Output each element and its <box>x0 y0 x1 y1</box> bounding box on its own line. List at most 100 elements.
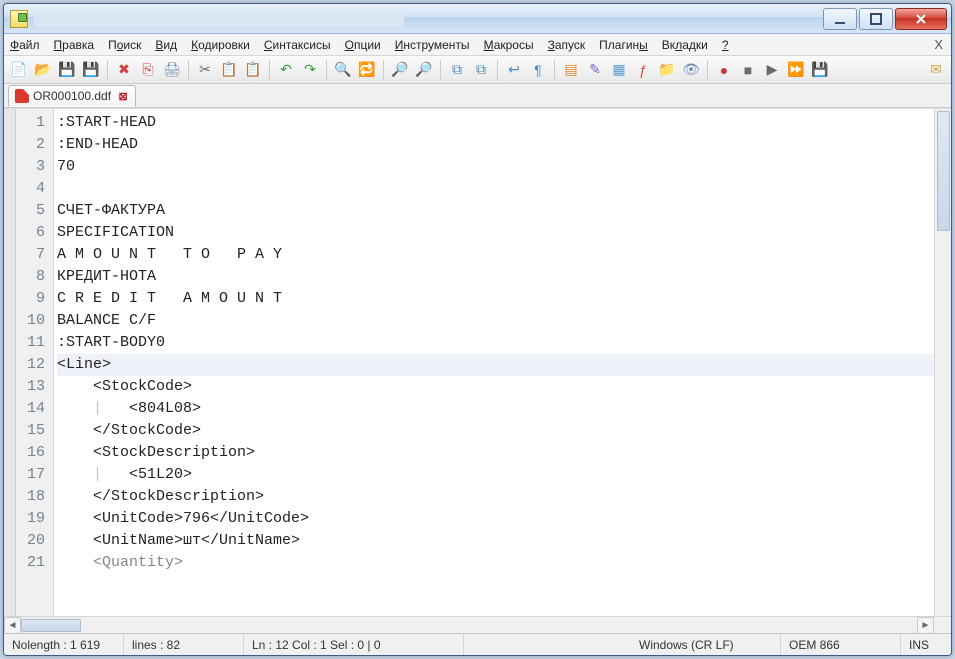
status-eol[interactable]: Windows (CR LF) <box>631 634 781 655</box>
code-line[interactable]: C R E D I T A M O U N T <box>57 288 934 310</box>
open-file-icon[interactable]: 📂 <box>32 59 54 81</box>
code-line[interactable]: BALANCE C/F <box>57 310 934 332</box>
code-line[interactable]: <UnitCode>796</UnitCode> <box>57 508 934 530</box>
monitor-icon[interactable]: 👁 <box>680 59 702 81</box>
status-insert-mode[interactable]: INS <box>901 634 951 655</box>
line-number[interactable]: 14 <box>16 398 53 420</box>
function-list-icon[interactable]: ƒ <box>632 59 654 81</box>
menubar-close-icon[interactable]: X <box>934 37 943 52</box>
horizontal-scrollbar[interactable]: ◄ ► <box>4 616 951 633</box>
hscroll-right-arrow-icon[interactable]: ► <box>917 617 934 634</box>
line-number[interactable]: 15 <box>16 420 53 442</box>
code-line[interactable]: SPECIFICATION <box>57 222 934 244</box>
code-line[interactable]: </StockCode> <box>57 420 934 442</box>
close-all-icon[interactable]: ⎘ <box>137 59 159 81</box>
code-line[interactable]: :START-HEAD <box>57 112 934 134</box>
menu-поиск[interactable]: Поиск <box>108 38 141 52</box>
sync-v-icon[interactable]: ⧉ <box>470 59 492 81</box>
stop-icon[interactable]: ■ <box>737 59 759 81</box>
replace-icon[interactable]: 🔁 <box>356 59 378 81</box>
line-number[interactable]: 2 <box>16 134 53 156</box>
code-line[interactable]: КРЕДИТ-НОТА <box>57 266 934 288</box>
menu-инструменты[interactable]: Инструменты <box>395 38 470 52</box>
menu-синтаксисы[interactable]: Синтаксисы <box>264 38 331 52</box>
menu-?[interactable]: ? <box>722 38 729 52</box>
code-line[interactable]: | <51L20> <box>57 464 934 486</box>
code-line[interactable]: A M O U N T T O P A Y <box>57 244 934 266</box>
folder-icon[interactable]: 📁 <box>656 59 678 81</box>
zoom-out-icon[interactable]: 🔎 <box>413 59 435 81</box>
code-line[interactable]: :END-HEAD <box>57 134 934 156</box>
titlebar[interactable] <box>4 4 951 34</box>
code-line[interactable]: СЧЕТ-ФАКТУРА <box>57 200 934 222</box>
code-line[interactable] <box>57 178 934 200</box>
line-number[interactable]: 10 <box>16 310 53 332</box>
line-number[interactable]: 21 <box>16 552 53 574</box>
hscroll-thumb[interactable] <box>21 619 81 632</box>
menu-вид[interactable]: Вид <box>155 38 177 52</box>
sync-h-icon[interactable]: ⧉ <box>446 59 468 81</box>
cut-icon[interactable]: ✂ <box>194 59 216 81</box>
record-icon[interactable]: ● <box>713 59 735 81</box>
line-number[interactable]: 4 <box>16 178 53 200</box>
code-line[interactable]: 70 <box>57 156 934 178</box>
line-number[interactable]: 19 <box>16 508 53 530</box>
maximize-button[interactable] <box>859 8 893 30</box>
line-number[interactable]: 9 <box>16 288 53 310</box>
menu-запуск[interactable]: Запуск <box>548 38 586 52</box>
code-line[interactable]: :START-BODY0 <box>57 332 934 354</box>
hscroll-track[interactable] <box>21 617 917 633</box>
save-macro-icon[interactable]: 💾 <box>809 59 831 81</box>
fast-icon[interactable]: ⏩ <box>785 59 807 81</box>
line-number[interactable]: 7 <box>16 244 53 266</box>
print-icon[interactable]: 🖨 <box>161 59 183 81</box>
tab-active[interactable]: OR000100.ddf ⊠ <box>8 85 136 107</box>
line-number[interactable]: 17 <box>16 464 53 486</box>
menu-вкладки[interactable]: Вкладки <box>662 38 708 52</box>
plugin-icon[interactable]: ✉ <box>925 59 947 81</box>
zoom-in-icon[interactable]: 🔎 <box>389 59 411 81</box>
menu-опции[interactable]: Опции <box>345 38 381 52</box>
copy-icon[interactable]: 📋 <box>218 59 240 81</box>
line-number[interactable]: 11 <box>16 332 53 354</box>
indent-guide-icon[interactable]: ▤ <box>560 59 582 81</box>
code-line[interactable]: | <804L08> <box>57 398 934 420</box>
line-number[interactable]: 1 <box>16 112 53 134</box>
lang-icon[interactable]: ✎ <box>584 59 606 81</box>
menu-плагины[interactable]: Плагины <box>599 38 648 52</box>
line-number[interactable]: 20 <box>16 530 53 552</box>
line-number[interactable]: 12 <box>16 354 53 376</box>
code-line[interactable]: <Line> <box>57 354 934 376</box>
menu-правка[interactable]: Правка <box>54 38 95 52</box>
save-icon[interactable]: 💾 <box>56 59 78 81</box>
line-number[interactable]: 18 <box>16 486 53 508</box>
close-file-icon[interactable]: ✖ <box>113 59 135 81</box>
vertical-scrollbar[interactable] <box>934 109 951 616</box>
minimize-button[interactable] <box>823 8 857 30</box>
line-number[interactable]: 3 <box>16 156 53 178</box>
close-button[interactable] <box>895 8 947 30</box>
code-line[interactable]: <Quantity> <box>57 552 934 574</box>
hscroll-left-arrow-icon[interactable]: ◄ <box>4 617 21 634</box>
save-all-icon[interactable]: 💾 <box>80 59 102 81</box>
code-line[interactable]: <StockDescription> <box>57 442 934 464</box>
doc-map-icon[interactable]: ▦ <box>608 59 630 81</box>
paste-icon[interactable]: 📋 <box>242 59 264 81</box>
code-line[interactable]: </StockDescription> <box>57 486 934 508</box>
line-number[interactable]: 5 <box>16 200 53 222</box>
status-encoding[interactable]: OEM 866 <box>781 634 901 655</box>
line-number[interactable]: 8 <box>16 266 53 288</box>
bookmark-margin[interactable] <box>4 109 16 616</box>
line-number[interactable]: 16 <box>16 442 53 464</box>
line-number-gutter[interactable]: 123456789101112131415161718192021 <box>16 109 54 616</box>
find-icon[interactable]: 🔍 <box>332 59 354 81</box>
tab-close-icon[interactable]: ⊠ <box>117 90 129 102</box>
code-line[interactable]: <UnitName>шт</UnitName> <box>57 530 934 552</box>
vertical-scrollbar-thumb[interactable] <box>937 111 950 231</box>
redo-icon[interactable]: ↷ <box>299 59 321 81</box>
line-number[interactable]: 6 <box>16 222 53 244</box>
code-line[interactable]: <StockCode> <box>57 376 934 398</box>
menu-макросы[interactable]: Макросы <box>484 38 534 52</box>
new-file-icon[interactable]: 📄 <box>8 59 30 81</box>
play-icon[interactable]: ▶ <box>761 59 783 81</box>
